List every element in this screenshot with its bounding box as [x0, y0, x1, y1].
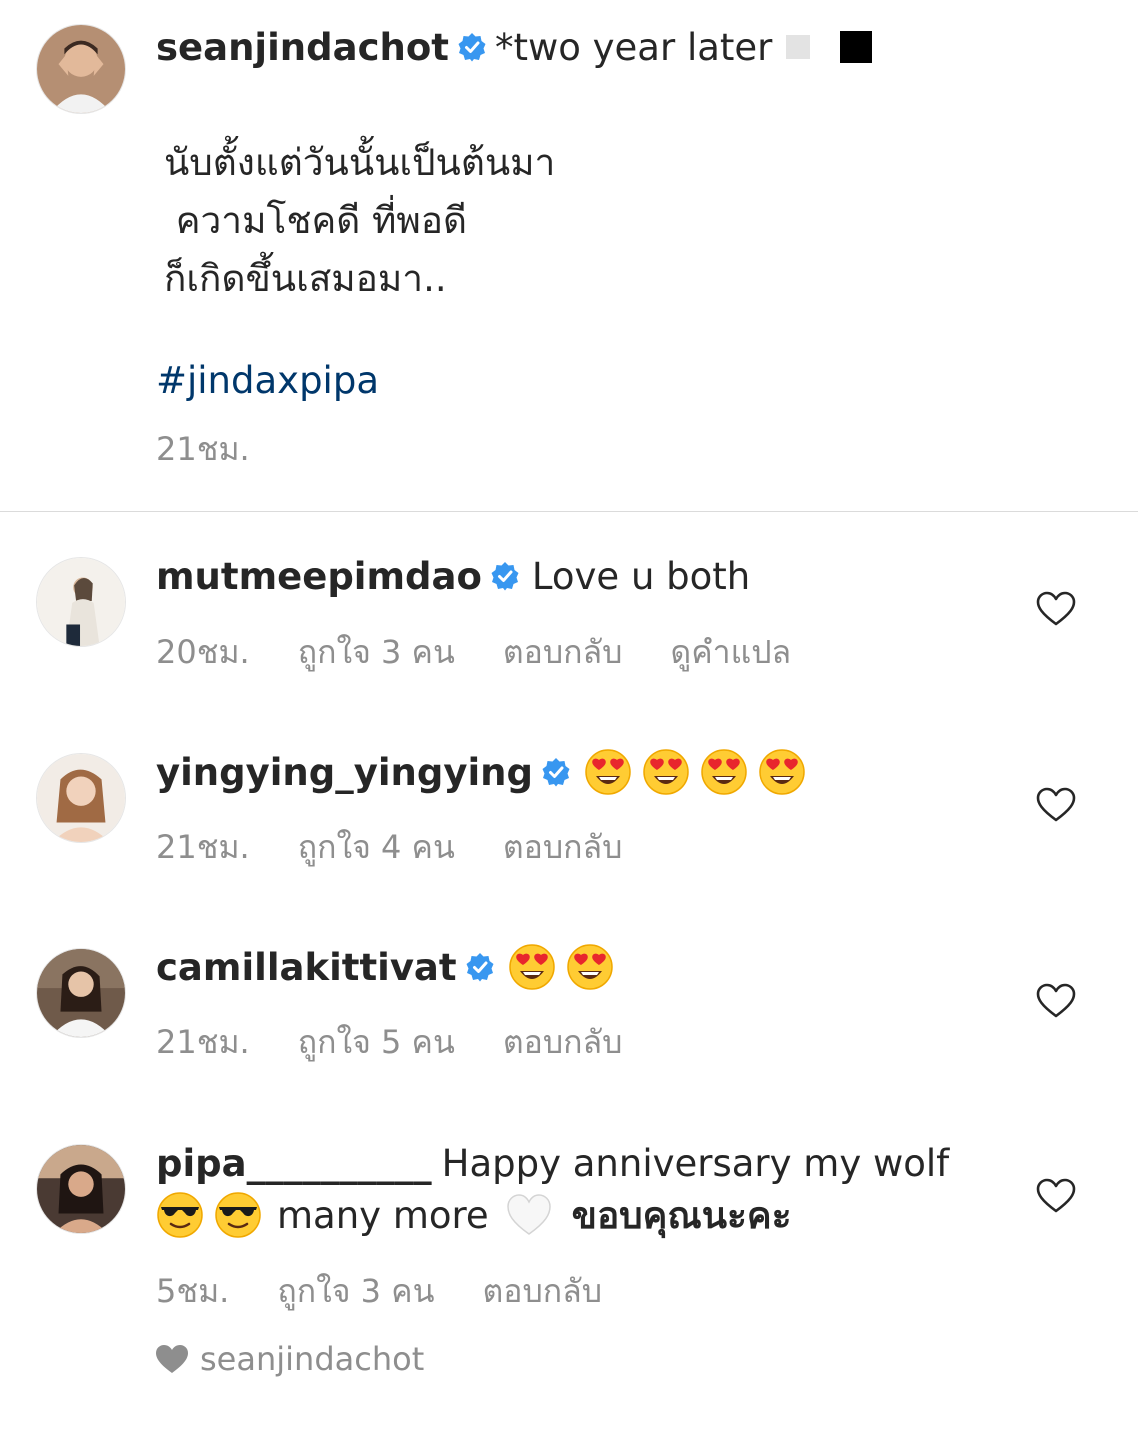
- reply-button[interactable]: ตอบกลับ: [482, 1272, 602, 1310]
- like-heart-icon[interactable]: [1036, 1178, 1076, 1214]
- reply-button[interactable]: ตอบกลับ: [503, 1023, 623, 1061]
- heart-eyes-emoji: [508, 943, 556, 991]
- see-translation-button[interactable]: ดูคำแปล: [670, 633, 791, 671]
- commenter-username[interactable]: yingying_yingying: [156, 751, 533, 794]
- commenter-avatar[interactable]: [36, 1144, 126, 1234]
- heart-eyes-emoji: [758, 748, 806, 796]
- comment-text-thai: ขอบคุณนะคะ: [571, 1194, 792, 1237]
- divider: [0, 511, 1138, 512]
- commenter-avatar[interactable]: [36, 753, 126, 843]
- like-heart-icon[interactable]: [1036, 787, 1076, 823]
- heart-eyes-emoji: [566, 943, 614, 991]
- author-avatar[interactable]: [36, 24, 126, 114]
- commenter-username[interactable]: mutmeepimdao: [156, 555, 482, 598]
- reply-button[interactable]: ตอบกลับ: [503, 633, 623, 671]
- comment-text: Love u both: [531, 555, 751, 598]
- comment-likes-count[interactable]: ถูกใจ 3 คน: [298, 633, 455, 671]
- verified-badge-icon: [465, 952, 495, 982]
- filled-heart-icon: [154, 1343, 190, 1375]
- sunglasses-emoji: [156, 1191, 204, 1239]
- heart-eyes-emoji: [584, 748, 632, 796]
- caption-timestamp[interactable]: 21ชม.: [156, 424, 250, 475]
- comment-text: many more: [277, 1194, 489, 1237]
- comment-timestamp[interactable]: 20ชม.: [156, 633, 250, 671]
- black-square-icon: [840, 30, 873, 63]
- verified-badge-icon: [541, 757, 571, 787]
- comment-timestamp[interactable]: 21ชม.: [156, 1023, 250, 1061]
- like-heart-icon[interactable]: [1036, 591, 1076, 627]
- liked-by-username: seanjindachot: [200, 1340, 425, 1378]
- commenter-avatar[interactable]: [36, 948, 126, 1038]
- comment-text: Happy anniversary my wolf: [441, 1142, 950, 1185]
- caption-first-line: *two year later: [494, 26, 773, 69]
- liked-by-author[interactable]: seanjindachot: [154, 1340, 424, 1379]
- reply-button[interactable]: ตอบกลับ: [503, 828, 623, 866]
- heart-eyes-emoji: [700, 748, 748, 796]
- commenter-username[interactable]: camillakittivat: [156, 946, 457, 989]
- sunglasses-emoji: [214, 1191, 262, 1239]
- comment-timestamp[interactable]: 21ชม.: [156, 828, 250, 866]
- caption: seanjindachot *two year later: [156, 18, 1116, 78]
- commenter-avatar[interactable]: [36, 557, 126, 647]
- comment-likes-count[interactable]: ถูกใจ 5 คน: [298, 1023, 455, 1061]
- verified-badge-icon: [490, 561, 520, 591]
- white-heart-emoji: [505, 1191, 553, 1239]
- caption-thai-text: นับตั้งแต่วันนั้นเป็นต้นมา ความโชคดี ที่…: [164, 141, 556, 300]
- hashtag-link[interactable]: #jindaxpipa: [156, 352, 379, 410]
- light-square-icon: [786, 34, 811, 59]
- comment-likes-count[interactable]: ถูกใจ 4 คน: [298, 828, 455, 866]
- verified-badge-icon: [457, 32, 487, 62]
- comment-likes-count[interactable]: ถูกใจ 3 คน: [277, 1272, 434, 1310]
- commenter-username[interactable]: pipa__________: [156, 1142, 432, 1185]
- author-username[interactable]: seanjindachot: [156, 26, 449, 69]
- like-heart-icon[interactable]: [1036, 983, 1076, 1019]
- comment-timestamp[interactable]: 5ชม.: [156, 1272, 229, 1310]
- heart-eyes-emoji: [642, 748, 690, 796]
